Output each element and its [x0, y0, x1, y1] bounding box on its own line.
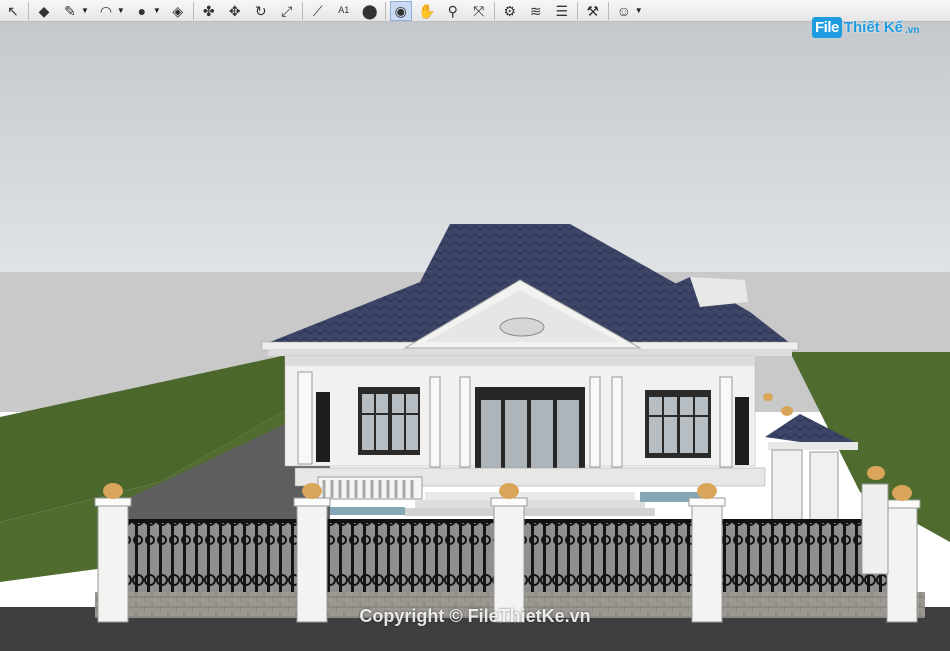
line-tool[interactable]: ✎ — [59, 1, 81, 21]
account-tool[interactable]: ☺ — [613, 1, 635, 21]
main-toolbar: ↖ ◆ ✎ ▼ ◠ ▼ ● ▼ ◈ ✤ ✥ ↻ ⤢ ⟋ A1 ⬤ ◉ ✋ ⚲ ⤧ ⚙ ≋ ☰ ⚒ ☺ ▼ — [0, 0, 950, 22]
toolbar-separator — [493, 1, 495, 20]
chevron-down-icon[interactable]: ▼ — [153, 6, 161, 15]
arc-tool[interactable]: ◠ — [95, 1, 117, 21]
logo-box: File — [812, 16, 842, 38]
fence-panel — [125, 522, 300, 592]
zoom-extents-tool[interactable]: ⤧ — [468, 1, 490, 21]
move-tool[interactable]: ✥ — [224, 1, 246, 21]
chevron-down-icon[interactable]: ▼ — [117, 6, 125, 15]
scene-render — [0, 22, 950, 651]
logo-tld: .vn — [905, 24, 920, 36]
tape-measure-tool[interactable]: ⟋ — [307, 1, 329, 21]
pan-tool[interactable]: ✋ — [416, 1, 438, 21]
select-tool[interactable]: ↖ — [2, 1, 24, 21]
toolbar-separator — [576, 1, 578, 20]
text-tool[interactable]: A1 — [333, 1, 355, 21]
extension-tool[interactable]: ⚒ — [582, 1, 604, 21]
push-pull-tool[interactable]: ◈ — [167, 1, 189, 21]
sandbox-tool[interactable]: ≋ — [525, 1, 547, 21]
follow-me-tool[interactable]: ✤ — [198, 1, 220, 21]
scale-tool[interactable]: ⤢ — [276, 1, 298, 21]
chevron-down-icon[interactable]: ▼ — [635, 6, 643, 15]
toolbar-separator — [28, 1, 29, 20]
3d-warehouse-tool[interactable]: ⚙ — [499, 1, 521, 21]
layers-tool[interactable]: ☰ — [551, 1, 573, 21]
copyright-watermark: Copyright © FileThietKe.vn — [359, 606, 591, 626]
toolbar-separator — [301, 1, 303, 20]
site-logo: File Thiết Kế .vn — [812, 14, 919, 40]
toolbar-separator — [192, 1, 194, 20]
orbit-tool[interactable]: ◉ — [389, 0, 412, 21]
logo-text: Thiết Kế — [843, 18, 904, 36]
rotate-tool[interactable]: ↻ — [250, 1, 272, 21]
toolbar-separator — [607, 1, 609, 20]
chevron-down-icon[interactable]: ▼ — [81, 6, 89, 15]
3d-viewport[interactable] — [0, 22, 950, 651]
shape-tool[interactable]: ● — [131, 1, 153, 21]
toolbar-separator — [384, 1, 386, 20]
zoom-tool[interactable]: ⚲ — [442, 1, 464, 21]
paint-bucket-tool[interactable]: ⬤ — [359, 1, 381, 21]
eraser-tool[interactable]: ◆ — [33, 1, 55, 21]
